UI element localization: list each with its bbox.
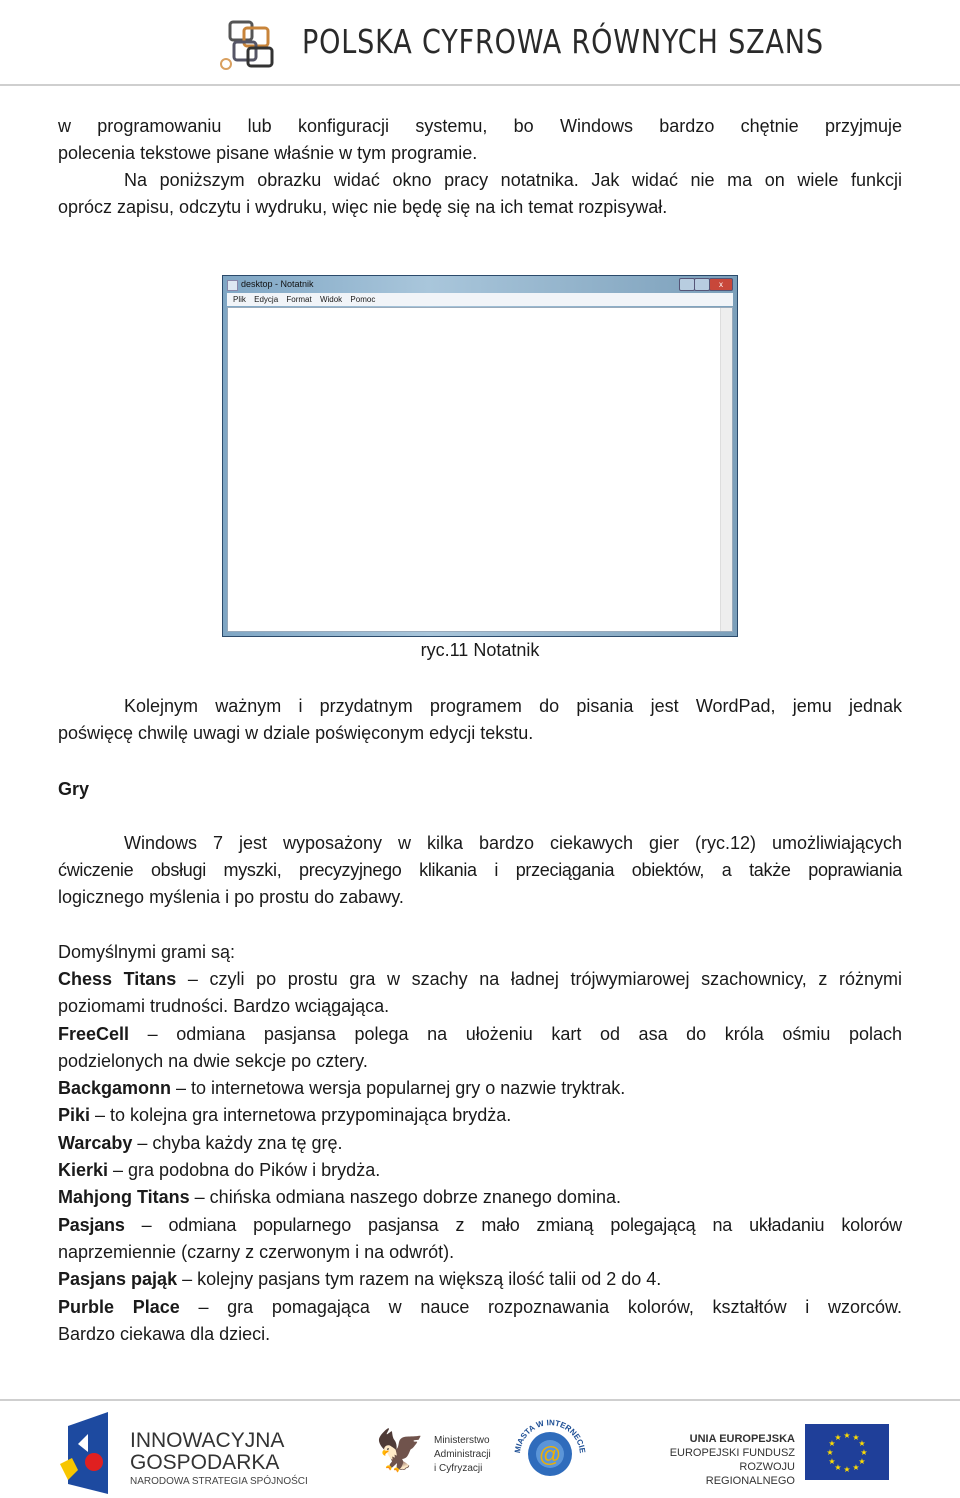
logo-text: POLSKA CYFROWA RÓWNYCH SZANS <box>302 22 824 61</box>
list-item: Pasjans – odmiana popularnego pasjansa z… <box>58 1212 902 1239</box>
polish-eagle-icon: 🦅 <box>375 1429 425 1473</box>
notepad-title-bar: desktop - Notatnik x <box>223 276 737 293</box>
paragraph-line: oprócz zapisu, odczytu i wydruku, więc n… <box>58 197 668 217</box>
svg-text:★: ★ <box>843 1431 850 1440</box>
game-desc: – to internetowa wersja popularnej gry o… <box>171 1078 626 1098</box>
game-desc: – gra pomagająca w nauce rozpoznawania k… <box>179 1297 902 1317</box>
paragraph-line: Na poniższym obrazku widać okno pracy no… <box>124 170 902 190</box>
game-name: Kierki <box>58 1160 109 1180</box>
close-icon: x <box>709 278 733 291</box>
at-sign-icon: @ <box>539 1442 561 1467</box>
ue-line: UNIA EUROPEJSKA <box>689 1433 795 1445</box>
menu-format: Format <box>286 295 312 304</box>
ue-line: EUROPEJSKI FUNDUSZ <box>669 1447 795 1459</box>
menu-widok: Widok <box>319 295 343 304</box>
paragraph-line: Windows 7 jest wyposażony w kilka bardzo… <box>124 833 902 853</box>
game-desc: – odmiana popularnego pasjansa z mało zm… <box>124 1215 903 1235</box>
list-item: Chess Titans – czyli po prostu gra w sza… <box>58 966 902 993</box>
paragraph-line: polecenia tekstowe pisane właśnie w tym … <box>58 143 478 163</box>
list-item-cont: naprzemiennie (czarny z czerwonym i na o… <box>58 1242 455 1262</box>
menu-pomoc: Pomoc <box>350 295 376 304</box>
logo-icon <box>220 20 274 70</box>
notepad-screenshot: desktop - Notatnik x Plik Edycja Format … <box>222 275 738 637</box>
list-item: Mahjong Titans – chińska odmiana naszego… <box>58 1184 902 1211</box>
list-item: Purble Place – gra pomagająca w nauce ro… <box>58 1294 902 1321</box>
eu-flag-icon: ★ ★★★★★ ★★★★★★ <box>805 1424 889 1480</box>
notepad-text-area <box>227 307 733 632</box>
list-item-cont: poziomami trudności. Bardzo wciągająca. <box>58 996 390 1016</box>
paragraph-line: logicznego myślenia i po prostu do zabaw… <box>58 887 404 907</box>
mac-line: i Cyfryzacji <box>434 1463 483 1474</box>
game-desc: – gra podobna do Pików i brydża. <box>108 1160 381 1180</box>
minimize-icon <box>679 278 695 291</box>
menu-edycja: Edycja <box>254 295 279 304</box>
header-divider <box>0 84 960 86</box>
game-name: FreeCell <box>58 1024 130 1044</box>
game-desc: – chyba każdy zna tę grę. <box>132 1133 343 1153</box>
game-name: Chess Titans <box>58 969 177 989</box>
game-desc: – odmiana pasjansa polega na ułożeniu ka… <box>129 1024 902 1044</box>
ue-line: ROZWOJU REGIONALNEGO <box>705 1461 795 1487</box>
maximize-icon <box>694 278 710 291</box>
game-desc: – to kolejna gra internetowa przypominaj… <box>90 1105 512 1125</box>
list-item: Pasjans pająk – kolejny pasjans tym raze… <box>58 1266 902 1293</box>
mac-logo-text: Ministerstwo Administracji i Cyfryzacji <box>434 1434 491 1476</box>
notepad-menu-bar: Plik Edycja Format Widok Pomoc <box>227 293 733 306</box>
document-page: POLSKA CYFROWA RÓWNYCH SZANS w programow… <box>0 0 960 1498</box>
game-name: Backgamonn <box>58 1078 172 1098</box>
game-name: Purble Place <box>58 1297 180 1317</box>
mac-line: Ministerstwo <box>434 1435 490 1446</box>
list-item: Piki – to kolejna gra internetowa przypo… <box>58 1102 902 1129</box>
svg-text:★: ★ <box>828 1457 835 1466</box>
ig-line3: NARODOWA STRATEGIA SPÓJNOŚCI <box>130 1476 308 1487</box>
list-item-cont: Bardzo ciekawa dla dzieci. <box>58 1324 271 1344</box>
figure-caption: ryc.11 Notatnik <box>420 640 540 660</box>
notepad-scrollbar <box>720 308 732 631</box>
game-desc: – chińska odmiana naszego dobrze znanego… <box>189 1187 621 1207</box>
notepad-title: desktop - Notatnik <box>241 279 314 289</box>
game-name: Piki <box>58 1105 91 1125</box>
svg-text:★: ★ <box>858 1439 865 1448</box>
footer-divider <box>0 1399 960 1401</box>
paragraph-line: poświęcę chwilę uwagi w dziale poświęcon… <box>58 723 534 743</box>
list-item: Warcaby – chyba każdy zna tę grę. <box>58 1130 902 1157</box>
svg-text:★: ★ <box>834 1433 841 1442</box>
list-item: Kierki – gra podobna do Pików i brydża. <box>58 1157 902 1184</box>
list-item: FreeCell – odmiana pasjansa polega na uł… <box>58 1021 902 1048</box>
miasta-w-internecie-icon: @ MIASTA W INTERNECIE <box>513 1418 587 1476</box>
game-desc: – czyli po prostu gra w szachy na ładnej… <box>176 969 902 989</box>
list-item: Backgamonn – to internetowa wersja popul… <box>58 1075 902 1102</box>
menu-plik: Plik <box>233 295 246 304</box>
ig-line1: INNOWACYJNA <box>130 1429 285 1452</box>
game-name: Pasjans pająk <box>58 1269 178 1289</box>
ig-line2: GOSPODARKA <box>130 1451 280 1474</box>
svg-text:★: ★ <box>852 1463 859 1472</box>
list-intro: Domyślnymi grami są: <box>58 942 236 962</box>
list-item-cont: podzielonych na dwie sekcje po cztery. <box>58 1051 368 1071</box>
game-name: Mahjong Titans <box>58 1187 190 1207</box>
notepad-app-icon <box>227 280 238 291</box>
paragraph-line: Kolejnym ważnym i przydatnym programem d… <box>124 696 902 716</box>
game-name: Pasjans <box>58 1215 125 1235</box>
section-heading: Gry <box>58 779 90 799</box>
ue-text: UNIA EUROPEJSKA EUROPEJSKI FUNDUSZ ROZWO… <box>650 1432 795 1488</box>
mac-line: Administracji <box>434 1449 491 1460</box>
game-name: Warcaby <box>58 1133 133 1153</box>
paragraph-line: ćwiczenie obsługi myszki, precyzyjnego k… <box>58 860 902 880</box>
game-desc: – kolejny pasjans tym razem na większą i… <box>177 1269 662 1289</box>
innowacyjna-gospodarka-icon <box>60 1412 108 1494</box>
svg-text:★: ★ <box>860 1448 867 1457</box>
paragraph-line: w programowaniu lub konfiguracji systemu… <box>58 116 902 136</box>
svg-text:★: ★ <box>843 1465 850 1474</box>
svg-text:★: ★ <box>826 1448 833 1457</box>
